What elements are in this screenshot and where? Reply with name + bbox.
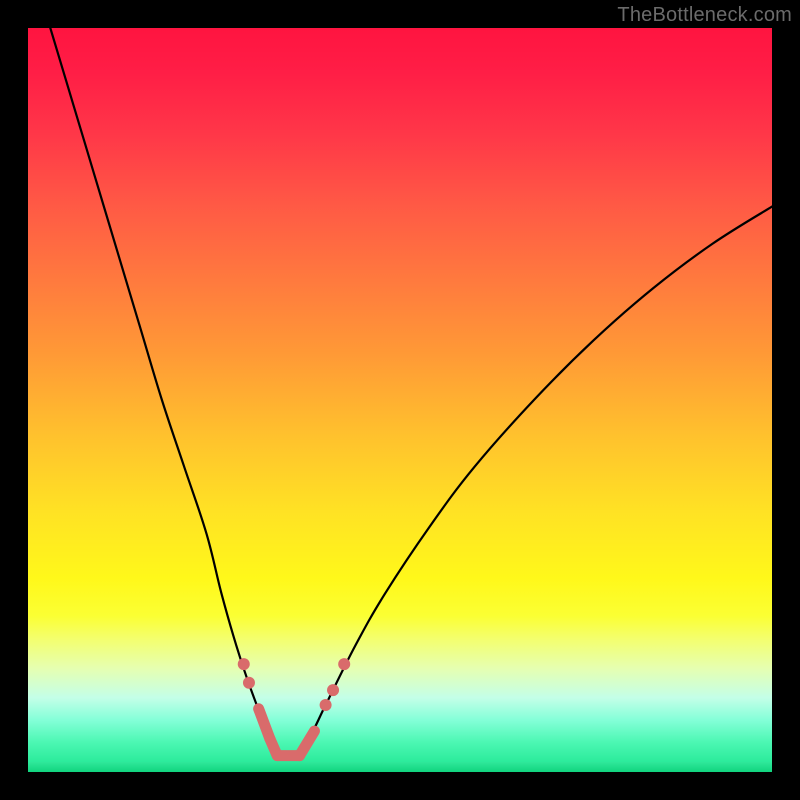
bottleneck-curve-svg	[28, 28, 772, 772]
watermark-text: TheBottleneck.com	[617, 4, 792, 27]
plot-area	[28, 28, 772, 772]
chart-frame: TheBottleneck.com	[0, 0, 800, 800]
bottleneck-curve	[50, 28, 772, 759]
curve-markers	[238, 658, 350, 756]
